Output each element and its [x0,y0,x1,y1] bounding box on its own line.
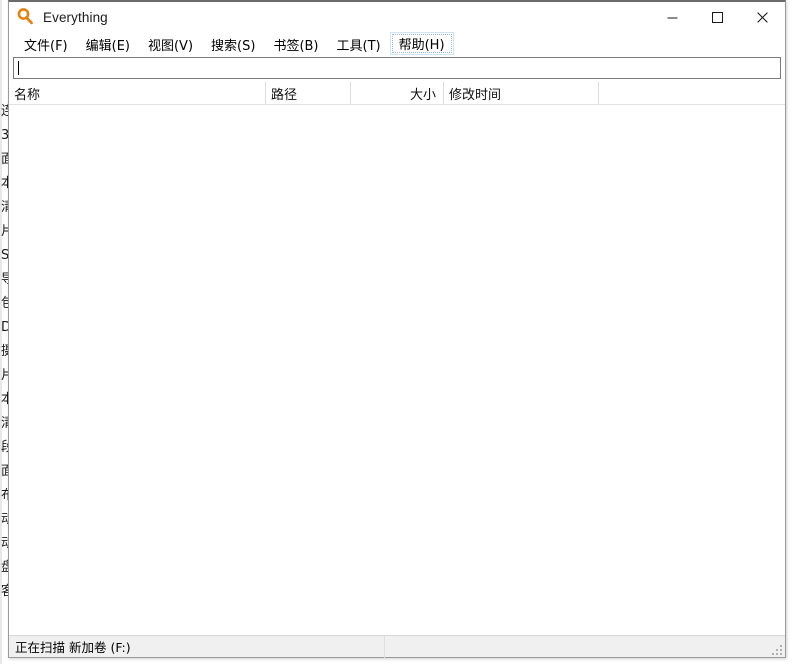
column-header-size[interactable]: 大小 [351,82,444,104]
column-header-path[interactable]: 路径 [266,82,351,104]
column-header-row: 名称 路径 大小 修改时间 [9,82,785,105]
window-controls [650,2,785,32]
column-header-name[interactable]: 名称 [9,82,266,104]
maximize-icon [712,11,723,23]
menu-item-edit[interactable]: 编辑(E) [77,32,139,55]
results-list[interactable] [9,105,785,616]
status-secondary [385,636,785,658]
menu-item-label: 帮助(H) [398,38,445,53]
resize-grip-icon[interactable] [770,643,782,655]
menu-item-view[interactable]: 视图(V) [139,32,202,55]
menu-item-file[interactable]: 文件(F) [15,32,77,55]
status-bar: 正在扫描 新加卷 (F:) [9,635,785,658]
column-header-label: 大小 [409,87,436,103]
menu-item-help[interactable]: 帮助(H) [389,32,454,55]
window-title: Everything [43,9,108,25]
menu-item-label: 视图(V) [147,38,194,54]
column-header-date-modified[interactable]: 修改时间 [444,82,599,104]
column-header-filler [599,82,785,104]
column-header-label: 路径 [271,87,298,103]
minimize-icon [667,17,678,18]
close-button[interactable] [740,2,785,32]
menu-item-label: 工具(T) [336,38,381,54]
search-bar [9,55,785,82]
status-message: 正在扫描 新加卷 (F:) [9,635,385,658]
search-box[interactable] [13,57,781,79]
menu-bar: 文件(F) 编辑(E) 视图(V) 搜索(S) 书签(B) 工具(T) 帮助(H) [9,32,785,55]
minimize-button[interactable] [650,2,695,32]
title-bar: Everything [9,2,785,32]
menu-item-tools[interactable]: 工具(T) [328,32,390,55]
menu-item-label: 搜索(S) [211,38,256,54]
everything-window: Everything 文件(F) 编辑(E) 视图(V) 搜索(S) 书签(B)… [8,0,786,658]
column-header-label: 修改时间 [449,87,502,103]
screen: 连34面本清片S导包D摄片本清段面布动动盘客 Everything [0,0,794,664]
menu-item-label: 书签(B) [273,38,319,54]
search-input[interactable] [16,59,778,77]
close-icon [757,11,768,23]
menu-item-label: 文件(F) [24,38,68,54]
maximize-button[interactable] [695,2,740,32]
magnifier-icon [15,6,37,28]
menu-item-bookmarks[interactable]: 书签(B) [264,32,327,55]
menu-item-label: 编辑(E) [85,38,130,54]
text-caret [18,61,19,75]
menu-item-search[interactable]: 搜索(S) [202,32,264,55]
column-header-label: 名称 [14,87,41,103]
